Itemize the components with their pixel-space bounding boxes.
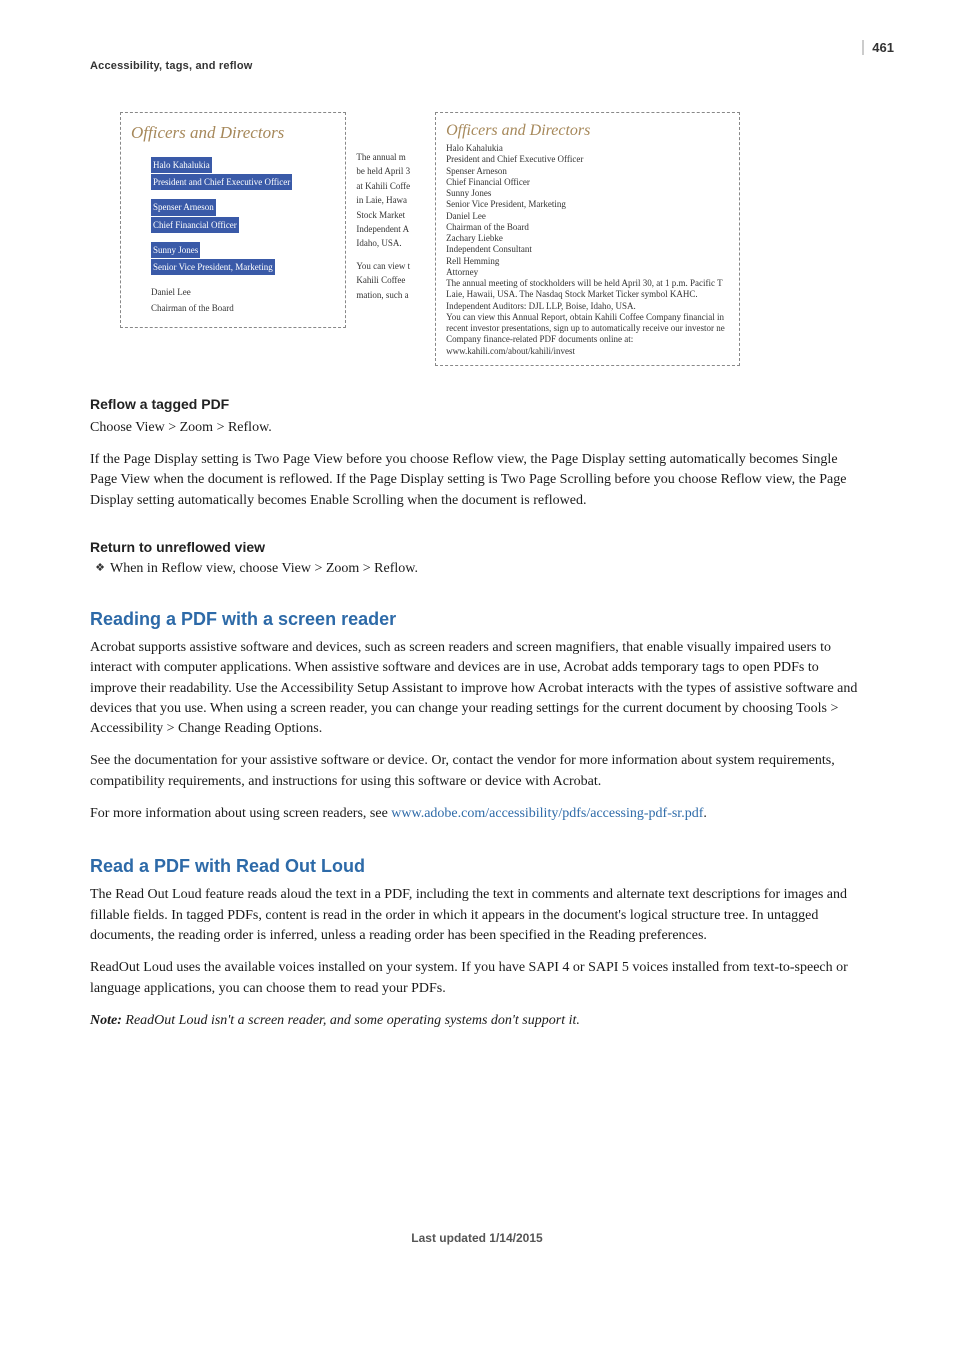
bullet-glyph: ❖ bbox=[90, 561, 110, 574]
figure-left-title: Officers and Directors bbox=[131, 123, 335, 143]
figure-right-title: Officers and Directors bbox=[446, 121, 729, 141]
figure-right-panel: Officers and Directors Halo Kahalukia Pr… bbox=[435, 112, 740, 366]
figure-person-name: Halo Kahalukia bbox=[151, 157, 212, 173]
figure-person-role: President and Chief Executive Officer bbox=[151, 174, 292, 190]
figure-person-role: Chairman of the Board bbox=[151, 303, 234, 313]
breadcrumb: Accessibility, tags, and reflow bbox=[90, 60, 864, 72]
heading-reflow-tagged: Reflow a tagged PDF bbox=[90, 396, 864, 412]
accessibility-pdf-link[interactable]: www.adobe.com/accessibility/pdfs/accessi… bbox=[391, 806, 703, 821]
note-text: ReadOut Loud isn't a screen reader, and … bbox=[122, 1013, 580, 1028]
heading-return-unreflowed: Return to unreflowed view bbox=[90, 539, 864, 555]
note-paragraph: Note: ReadOut Loud isn't a screen reader… bbox=[90, 1011, 864, 1031]
paragraph: For more information about using screen … bbox=[90, 804, 864, 824]
text: For more information about using screen … bbox=[90, 806, 391, 821]
note-label: Note: bbox=[90, 1013, 122, 1028]
footer-last-updated: Last updated 1/14/2015 bbox=[90, 1231, 864, 1245]
heading-screen-reader: Reading a PDF with a screen reader bbox=[90, 609, 864, 630]
paragraph: The Read Out Loud feature reads aloud th… bbox=[90, 885, 864, 946]
text: . bbox=[703, 806, 707, 821]
figure-person-role: Senior Vice President, Marketing bbox=[151, 259, 275, 275]
paragraph: See the documentation for your assistive… bbox=[90, 751, 864, 792]
bullet-text: When in Reflow view, choose View > Zoom … bbox=[110, 561, 418, 577]
paragraph: If the Page Display setting is Two Page … bbox=[90, 450, 864, 511]
figure-middle-text: The annual m be held April 3 at Kahili C… bbox=[356, 112, 425, 302]
paragraph: ReadOut Loud uses the available voices i… bbox=[90, 958, 864, 999]
figure-person-name: Daniel Lee bbox=[151, 287, 191, 297]
figure-person-name: Spenser Arneson bbox=[151, 199, 216, 215]
page-number: 461 bbox=[862, 40, 894, 55]
heading-read-out-loud: Read a PDF with Read Out Loud bbox=[90, 856, 864, 877]
paragraph: Acrobat supports assistive software and … bbox=[90, 638, 864, 739]
bullet-row: ❖ When in Reflow view, choose View > Zoo… bbox=[90, 561, 864, 577]
figure-person-name: Sunny Jones bbox=[151, 242, 200, 258]
figure-left-panel: Officers and Directors Halo Kahalukia Pr… bbox=[120, 112, 346, 328]
reflow-comparison-figure: Officers and Directors Halo Kahalukia Pr… bbox=[120, 112, 740, 366]
figure-person-role: Chief Financial Officer bbox=[151, 217, 239, 233]
paragraph: Choose View > Zoom > Reflow. bbox=[90, 418, 864, 438]
